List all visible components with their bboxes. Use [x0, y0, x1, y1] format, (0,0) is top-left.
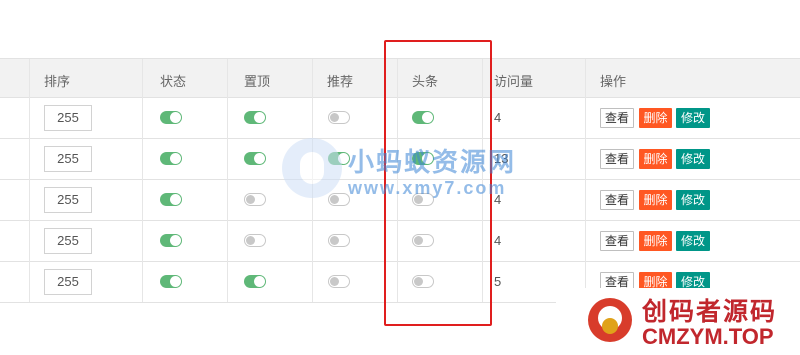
- status-toggle[interactable]: [160, 234, 182, 247]
- top-toggle[interactable]: [244, 111, 266, 124]
- header-visits: 访问量: [494, 74, 534, 89]
- header-cell-visits: 访问量: [483, 59, 586, 97]
- top-toggle[interactable]: [244, 193, 266, 206]
- status-toggle[interactable]: [160, 193, 182, 206]
- visit-count: 5: [494, 273, 502, 289]
- header-cell-top: 置顶: [228, 59, 313, 97]
- view-button[interactable]: 查看: [600, 107, 634, 128]
- top-toggle[interactable]: [244, 234, 266, 247]
- sort-input[interactable]: 255: [44, 186, 92, 213]
- status-toggle[interactable]: [160, 111, 182, 124]
- header-cell-sort: 排序: [30, 59, 143, 97]
- table-cell: [0, 220, 30, 261]
- delete-button[interactable]: 删除: [639, 189, 672, 210]
- status-toggle[interactable]: [160, 152, 182, 165]
- watermark-title: 小蚂蚁资源网: [348, 147, 517, 177]
- view-button[interactable]: 查看: [600, 148, 634, 169]
- view-button[interactable]: 查看: [600, 189, 634, 210]
- header-actions: 操作: [600, 74, 627, 89]
- sort-input[interactable]: 255: [44, 227, 92, 254]
- watermark-logo-icon: [282, 138, 342, 198]
- sort-input[interactable]: 255: [44, 145, 92, 172]
- table-cell: [228, 261, 313, 302]
- delete-button[interactable]: 删除: [639, 148, 672, 169]
- edit-button[interactable]: 修改: [676, 189, 710, 210]
- table-cell: [0, 179, 30, 220]
- header-top: 置顶: [244, 74, 271, 89]
- recommend-toggle[interactable]: [328, 275, 350, 288]
- status-toggle[interactable]: [160, 275, 182, 288]
- delete-button[interactable]: 删除: [639, 230, 672, 251]
- top-toggle[interactable]: [244, 275, 266, 288]
- recommend-toggle[interactable]: [328, 111, 350, 124]
- table-cell: [0, 261, 30, 302]
- watermark-url: www.xmy7.com: [348, 178, 507, 198]
- table-cell: [228, 220, 313, 261]
- edit-button[interactable]: 修改: [676, 230, 710, 251]
- sort-input[interactable]: 255: [44, 268, 92, 295]
- watermark: 小蚂蚁资源网 www.xmy7.com: [282, 138, 542, 212]
- table-cell: [228, 97, 313, 138]
- badge-domain: CMZYM.TOP: [642, 324, 774, 349]
- delete-button[interactable]: 删除: [639, 107, 672, 128]
- top-toggle[interactable]: [244, 152, 266, 165]
- corner-badge: 创码者源码 CMZYM.TOP: [556, 288, 800, 355]
- header-cell-status: 状态: [143, 59, 228, 97]
- table-cell: [143, 179, 228, 220]
- recommend-toggle[interactable]: [328, 234, 350, 247]
- visit-count: 4: [494, 232, 502, 248]
- table-cell: [0, 97, 30, 138]
- table-cell: [143, 220, 228, 261]
- header-cell-actions: 操作: [586, 59, 800, 97]
- table-cell: [0, 138, 30, 179]
- table-cell: [143, 138, 228, 179]
- table-cell: [143, 261, 228, 302]
- table-cell: [143, 97, 228, 138]
- badge-title: 创码者源码: [642, 298, 778, 326]
- view-button[interactable]: 查看: [600, 230, 634, 251]
- header-status: 状态: [160, 74, 187, 89]
- edit-button[interactable]: 修改: [676, 148, 710, 169]
- header-sort: 排序: [44, 74, 71, 89]
- badge-logo-icon: [588, 298, 632, 342]
- edit-button[interactable]: 修改: [676, 107, 710, 128]
- header-recommend: 推荐: [327, 74, 354, 89]
- header-cell-blank: [0, 59, 30, 97]
- visit-count: 4: [494, 109, 502, 125]
- sort-input[interactable]: 255: [44, 104, 92, 131]
